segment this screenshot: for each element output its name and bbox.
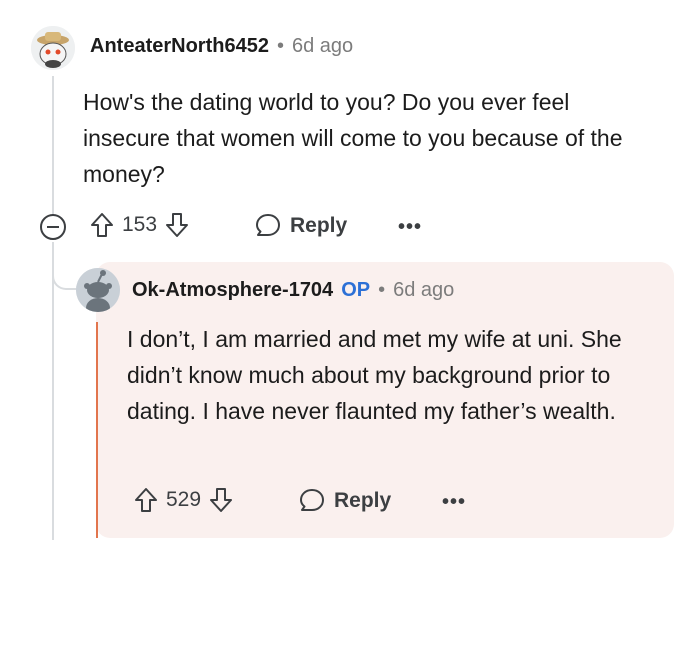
speech-bubble-icon: [256, 214, 280, 236]
reply-body: I don’t, I am married and met my wife at…: [127, 326, 622, 424]
comment-body: How's the dating world to you? Do you ev…: [83, 89, 623, 187]
upvote-count: 153: [122, 213, 158, 236]
more-options-button[interactable]: •••: [398, 216, 422, 239]
downvote-icon[interactable]: [165, 212, 189, 238]
reply-reply-button[interactable]: Reply: [298, 487, 391, 515]
reply-actions: 529 Reply •••: [134, 485, 474, 519]
reply-accent-bar: [96, 322, 98, 538]
comment-timestamp[interactable]: 6d ago: [292, 35, 353, 58]
comment-actions: 153 Reply •••: [38, 210, 458, 244]
thread-line-lower: [52, 242, 54, 540]
reply-label: Reply: [290, 214, 348, 237]
reply-upvote-count: 529: [166, 488, 202, 511]
thread-line[interactable]: [52, 76, 54, 216]
minus-icon: [47, 226, 59, 228]
collapse-button[interactable]: [40, 214, 66, 240]
separator-dot: •: [276, 35, 284, 57]
reply-timestamp[interactable]: 6d ago: [393, 279, 454, 302]
op-badge: OP: [341, 279, 371, 301]
separator-dot: •: [378, 279, 386, 301]
comment-header: AnteaterNorth6452 • 6d ago: [90, 35, 353, 58]
reply-header: Ok-Atmosphere-1704 OP • 6d ago: [132, 279, 454, 302]
default-snoo-icon: [76, 268, 120, 312]
reply-label: Reply: [334, 489, 392, 512]
comment-username[interactable]: AnteaterNorth6452: [90, 35, 269, 58]
upvote-icon[interactable]: [134, 487, 158, 513]
avatar[interactable]: [31, 26, 75, 70]
reply-username[interactable]: Ok-Atmosphere-1704: [132, 279, 333, 302]
reply-more-options-button[interactable]: •••: [442, 491, 466, 514]
upvote-icon[interactable]: [90, 212, 114, 238]
vote-group: 153: [90, 212, 189, 238]
snoo-avatar-icon: [31, 26, 75, 70]
reply-avatar[interactable]: [76, 268, 120, 312]
speech-bubble-icon: [300, 489, 324, 511]
reply-button[interactable]: Reply: [254, 212, 347, 240]
downvote-icon[interactable]: [209, 487, 233, 513]
reply-vote-group: 529: [134, 487, 233, 513]
